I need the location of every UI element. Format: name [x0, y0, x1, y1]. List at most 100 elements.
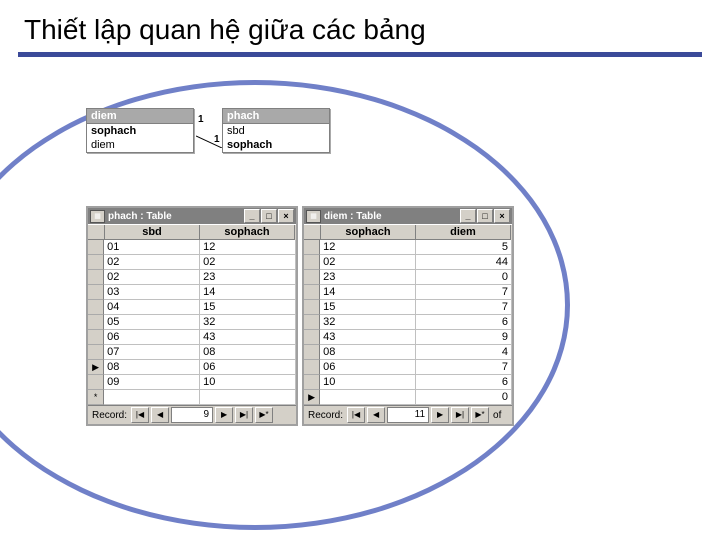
cell-sophach[interactable]: 43 — [200, 330, 296, 345]
cell-sophach[interactable]: 15 — [320, 300, 416, 315]
nav-new-button[interactable]: ▶* — [471, 407, 489, 423]
cell-diem[interactable]: 7 — [416, 285, 512, 300]
cell-sophach[interactable]: 32 — [320, 315, 416, 330]
relation-field-sophach2[interactable]: sophach — [223, 138, 329, 152]
phach-col-sbd[interactable]: sbd — [105, 225, 200, 240]
relation-field-sbd[interactable]: sbd — [223, 124, 329, 138]
table-row[interactable]: 125 — [304, 240, 512, 255]
cell-sophach[interactable] — [200, 390, 296, 405]
cell-sophach[interactable]: 10 — [320, 375, 416, 390]
table-row[interactable]: ▶0806 — [88, 360, 296, 375]
cell-diem[interactable]: 7 — [416, 360, 512, 375]
row-selector[interactable] — [304, 255, 320, 270]
table-row[interactable]: 0532 — [88, 315, 296, 330]
cell-sophach[interactable]: 02 — [320, 255, 416, 270]
row-selector[interactable] — [304, 285, 320, 300]
table-row[interactable]: 0223 — [88, 270, 296, 285]
nav-next-button[interactable]: ▶ — [431, 407, 449, 423]
row-selector[interactable] — [88, 315, 104, 330]
row-selector-head[interactable] — [88, 225, 105, 240]
row-selector[interactable]: ▶ — [304, 390, 320, 405]
table-row[interactable]: 0202 — [88, 255, 296, 270]
diem-titlebar[interactable]: ▦ diem : Table _ □ × — [304, 208, 512, 224]
cell-sophach[interactable]: 23 — [200, 270, 296, 285]
cell-sophach[interactable] — [320, 390, 416, 405]
nav-prev-button[interactable]: ◀ — [367, 407, 385, 423]
new-row-marker[interactable]: * — [88, 390, 104, 405]
row-selector[interactable] — [88, 270, 104, 285]
row-selector[interactable]: ▶ — [88, 360, 104, 375]
table-row[interactable]: 0314 — [88, 285, 296, 300]
cell-sbd[interactable]: 06 — [104, 330, 200, 345]
nav-new-button[interactable]: ▶* — [255, 407, 273, 423]
cell-sophach[interactable]: 43 — [320, 330, 416, 345]
table-row[interactable]: 326 — [304, 315, 512, 330]
row-selector[interactable] — [304, 270, 320, 285]
nav-next-button[interactable]: ▶ — [215, 407, 233, 423]
cell-diem[interactable]: 44 — [416, 255, 512, 270]
table-row[interactable]: 0910 — [88, 375, 296, 390]
table-row[interactable]: 0244 — [304, 255, 512, 270]
row-selector[interactable] — [304, 330, 320, 345]
cell-sbd[interactable]: 02 — [104, 270, 200, 285]
table-row[interactable]: 084 — [304, 345, 512, 360]
row-selector[interactable] — [88, 240, 104, 255]
diem-col-sophach[interactable]: sophach — [321, 225, 416, 240]
row-selector[interactable] — [88, 375, 104, 390]
cell-sbd[interactable]: 07 — [104, 345, 200, 360]
row-selector[interactable] — [88, 300, 104, 315]
close-button[interactable]: × — [494, 209, 510, 223]
table-row[interactable]: 0112 — [88, 240, 296, 255]
table-row[interactable]: 106 — [304, 375, 512, 390]
record-number-input[interactable]: 11 — [387, 407, 429, 423]
table-row[interactable]: 0643 — [88, 330, 296, 345]
cell-sbd[interactable]: 04 — [104, 300, 200, 315]
phach-col-sophach[interactable]: sophach — [200, 225, 295, 240]
table-row[interactable]: 0708 — [88, 345, 296, 360]
relation-field-diem[interactable]: diem — [87, 138, 193, 152]
cell-diem[interactable]: 0 — [416, 270, 512, 285]
cell-sophach[interactable]: 23 — [320, 270, 416, 285]
table-row[interactable]: 230 — [304, 270, 512, 285]
cell-diem[interactable]: 5 — [416, 240, 512, 255]
row-selector[interactable] — [88, 285, 104, 300]
cell-diem[interactable]: 7 — [416, 300, 512, 315]
row-selector[interactable] — [304, 345, 320, 360]
table-row[interactable]: 067 — [304, 360, 512, 375]
cell-sbd[interactable]: 05 — [104, 315, 200, 330]
cell-sbd[interactable]: 09 — [104, 375, 200, 390]
cell-sbd[interactable]: 08 — [104, 360, 200, 375]
table-row[interactable]: 147 — [304, 285, 512, 300]
phach-titlebar[interactable]: ▦ phach : Table _ □ × — [88, 208, 296, 224]
maximize-button[interactable]: □ — [477, 209, 493, 223]
row-selector[interactable] — [88, 255, 104, 270]
relation-box-diem[interactable]: diem sophach diem — [86, 108, 194, 153]
minimize-button[interactable]: _ — [244, 209, 260, 223]
cell-diem[interactable]: 9 — [416, 330, 512, 345]
nav-prev-button[interactable]: ◀ — [151, 407, 169, 423]
row-selector[interactable] — [88, 345, 104, 360]
nav-last-button[interactable]: ▶| — [451, 407, 469, 423]
table-row[interactable]: 157 — [304, 300, 512, 315]
row-selector[interactable] — [304, 300, 320, 315]
cell-diem[interactable]: 6 — [416, 375, 512, 390]
cell-sophach[interactable]: 06 — [320, 360, 416, 375]
table-row[interactable]: 439 — [304, 330, 512, 345]
table-row[interactable]: ▶0 — [304, 390, 512, 405]
cell-sbd[interactable]: 03 — [104, 285, 200, 300]
row-selector-head[interactable] — [304, 225, 321, 240]
cell-diem[interactable]: 4 — [416, 345, 512, 360]
cell-sophach[interactable]: 08 — [320, 345, 416, 360]
relation-box-phach[interactable]: phach sbd sophach — [222, 108, 330, 153]
cell-sophach[interactable]: 10 — [200, 375, 296, 390]
cell-sbd[interactable]: 01 — [104, 240, 200, 255]
cell-diem[interactable]: 0 — [416, 390, 512, 405]
cell-sophach[interactable]: 12 — [320, 240, 416, 255]
row-selector[interactable] — [304, 240, 320, 255]
row-selector[interactable] — [304, 375, 320, 390]
minimize-button[interactable]: _ — [460, 209, 476, 223]
cell-sbd[interactable]: 02 — [104, 255, 200, 270]
cell-sophach[interactable]: 06 — [200, 360, 296, 375]
cell-sophach[interactable]: 14 — [200, 285, 296, 300]
cell-diem[interactable]: 6 — [416, 315, 512, 330]
